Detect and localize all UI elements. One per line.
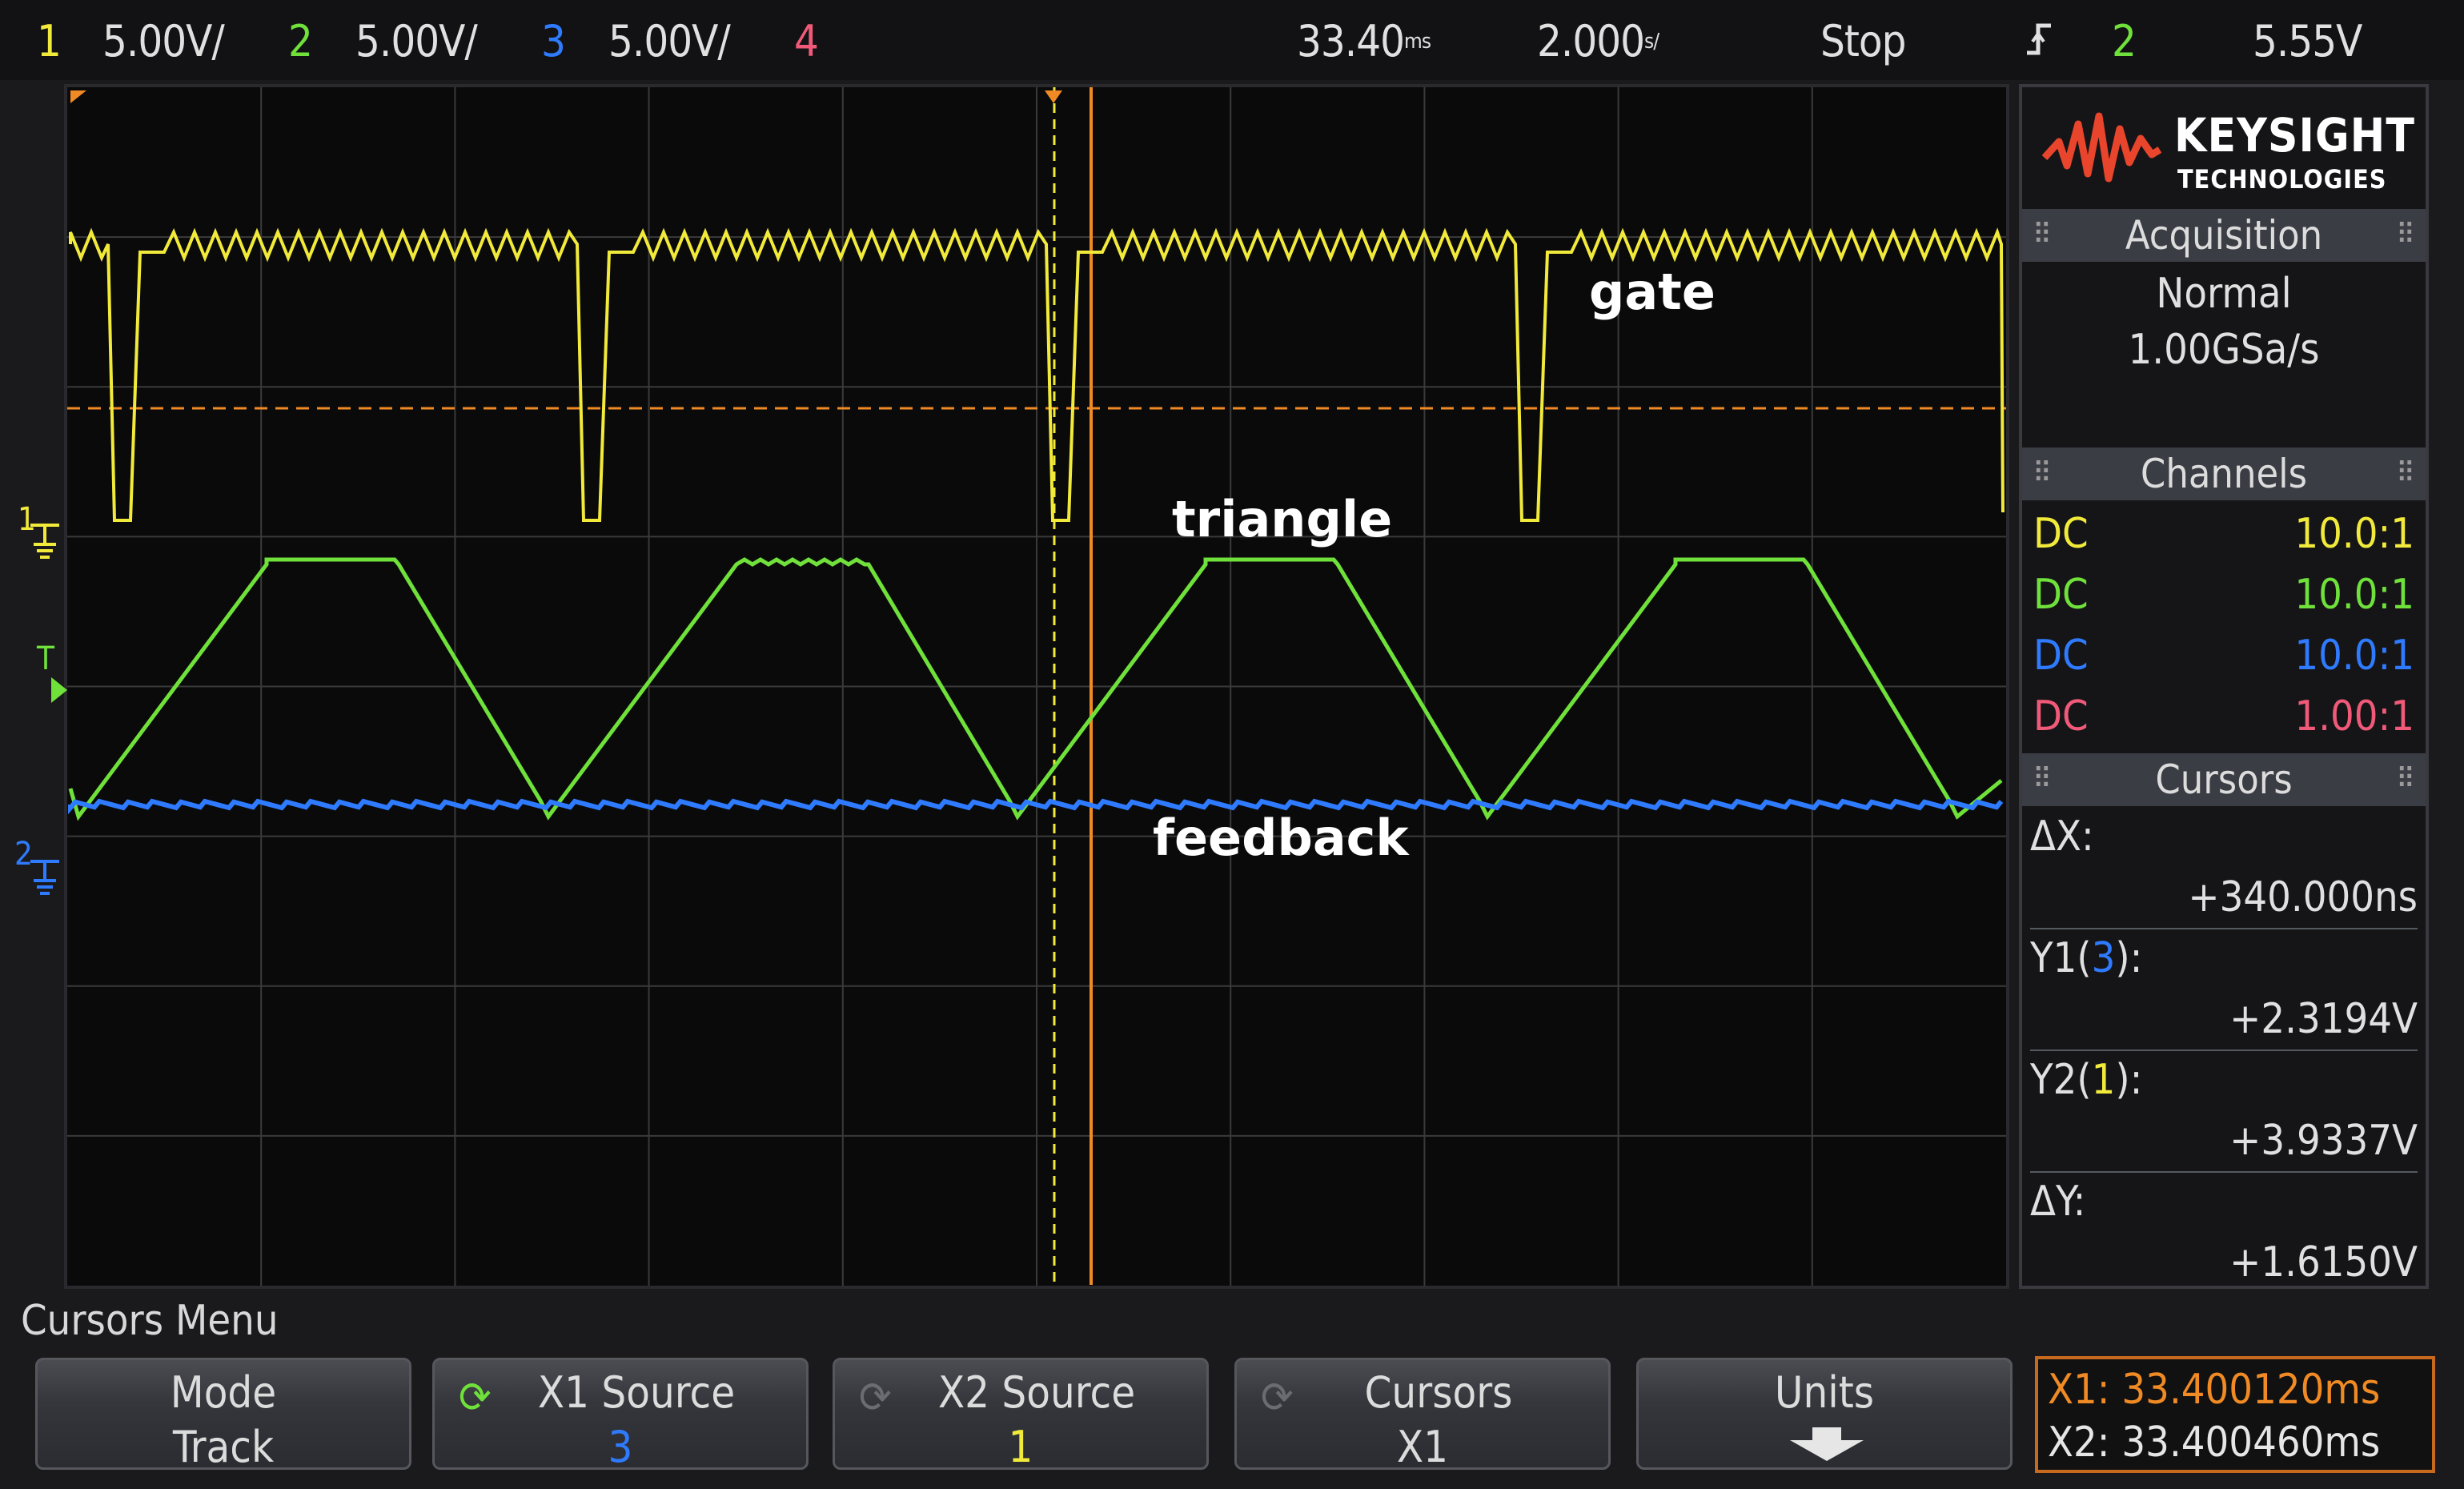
- menu-title: Cursors Menu: [21, 1297, 279, 1345]
- cursors-value: X1: [1396, 1422, 1449, 1472]
- keysight-wave-icon: [2041, 112, 2161, 183]
- ch4-coupling: DC: [2033, 692, 2089, 740]
- ch2-coupling: DC: [2033, 571, 2089, 619]
- x1-source-label: X1 Source: [537, 1367, 736, 1418]
- grip-icon: ⠿: [2033, 219, 2052, 251]
- channels-header[interactable]: ⠿ Channels ⠿: [2022, 448, 2426, 500]
- ch2-scale[interactable]: 5.00V/: [355, 18, 478, 66]
- left-edge-marker: [70, 90, 86, 103]
- y2-label: Y2(1):: [2030, 1056, 2143, 1104]
- delta-y-label: ΔY:: [2030, 1178, 2086, 1226]
- status-bar: 1 5.00V/ 2 5.00V/ 3 5.00V/ 4 33.40ms 2.0…: [0, 0, 2464, 80]
- acquisition-rate: 1.00GSa/s: [2128, 326, 2320, 374]
- grip-icon: ⠿: [2396, 457, 2415, 490]
- ch3-number[interactable]: 3: [541, 18, 566, 66]
- x1-source-softkey[interactable]: ⟳ X1 Source 3: [432, 1358, 809, 1472]
- ch4-probe: 1.00:1: [2294, 692, 2414, 740]
- triangle-label: triangle: [1172, 490, 1393, 548]
- down-arrow-icon: [1790, 1427, 1864, 1461]
- trigger-level[interactable]: 5.55V: [2253, 18, 2362, 66]
- gate-label: gate: [1589, 263, 1716, 321]
- edge-trigger-icon[interactable]: [2024, 18, 2056, 72]
- side-panel: KEYSIGHT TECHNOLOGIES ⠿ Acquisition ⠿ No…: [2019, 84, 2429, 1289]
- feedback-label: feedback: [1153, 809, 1409, 867]
- ch2-probe: 10.0:1: [2294, 571, 2414, 619]
- ch3-scale[interactable]: 5.00V/: [608, 18, 731, 66]
- waveform-canvas[interactable]: [64, 84, 2009, 1289]
- ch2-ground-marker[interactable]: 2: [11, 836, 64, 905]
- x1-readout: X1: 33.400120ms: [2048, 1366, 2381, 1414]
- ch3-coupling: DC: [2033, 632, 2089, 680]
- grip-icon: ⠿: [2033, 457, 2052, 490]
- x1-source-value: 3: [608, 1422, 633, 1472]
- ch1-coupling: DC: [2033, 510, 2089, 558]
- cursors-label: Cursors: [1364, 1367, 1513, 1418]
- ch1-probe: 10.0:1: [2294, 510, 2414, 558]
- mode-value: Track: [172, 1422, 275, 1472]
- time-position[interactable]: 33.40ms: [1297, 18, 1431, 66]
- x2-source-value: 1: [1008, 1422, 1033, 1472]
- cursors-header[interactable]: ⠿ Cursors ⠿: [2022, 753, 2426, 806]
- mode-softkey[interactable]: Mode Track: [35, 1358, 411, 1472]
- cursors-softkey[interactable]: ⟳ Cursors X1: [1234, 1358, 1611, 1472]
- feedback-waveform: [68, 798, 2004, 815]
- x2-source-label: X2 Source: [937, 1367, 1136, 1418]
- trigger-source[interactable]: 2: [2112, 18, 2137, 66]
- brand-name: KEYSIGHT: [2174, 108, 2415, 163]
- divider: [2030, 1171, 2418, 1173]
- x2-readout: X2: 33.400460ms: [2048, 1419, 2381, 1467]
- delta-x-label: ΔX:: [2030, 813, 2094, 861]
- ch4-number[interactable]: 4: [794, 18, 819, 66]
- cursor-readout: X1: 33.400120ms X2: 33.400460ms: [2035, 1356, 2435, 1473]
- delta-y-value: +1.6150V: [2229, 1238, 2418, 1286]
- ch1-ground-marker[interactable]: 1: [14, 501, 62, 560]
- ch2-number[interactable]: 2: [288, 18, 313, 66]
- delta-x-value: +340.000ns: [2188, 873, 2418, 921]
- acquisition-header[interactable]: ⠿ Acquisition ⠿: [2022, 209, 2426, 262]
- units-label: Units: [1774, 1367, 1875, 1418]
- x2-source-softkey[interactable]: ⟳ X2 Source 1: [833, 1358, 1209, 1472]
- grip-icon: ⠿: [2033, 763, 2052, 796]
- run-state[interactable]: Stop: [1820, 18, 1906, 66]
- grip-icon: ⠿: [2396, 219, 2415, 251]
- grip-icon: ⠿: [2396, 763, 2415, 796]
- time-reference-marker: [1045, 90, 1062, 103]
- y2-value: +3.9337V: [2229, 1117, 2418, 1165]
- keysight-logo: KEYSIGHT TECHNOLOGIES: [2030, 95, 2418, 207]
- y1-label: Y1(3):: [2030, 934, 2143, 982]
- divider: [2030, 1050, 2418, 1051]
- y1-value: +2.3194V: [2229, 995, 2418, 1043]
- trigger-marker[interactable]: T: [37, 640, 69, 704]
- brand-subtitle: TECHNOLOGIES: [2177, 164, 2387, 195]
- acquisition-mode: Normal: [2156, 270, 2292, 318]
- timebase[interactable]: 2.000s/: [1537, 18, 1659, 66]
- mode-label: Mode: [170, 1367, 277, 1418]
- ch1-scale[interactable]: 5.00V/: [102, 18, 225, 66]
- divider: [2030, 928, 2418, 929]
- ch1-number[interactable]: 1: [37, 18, 62, 66]
- units-softkey[interactable]: Units: [1636, 1358, 2013, 1470]
- ch3-probe: 10.0:1: [2294, 632, 2414, 680]
